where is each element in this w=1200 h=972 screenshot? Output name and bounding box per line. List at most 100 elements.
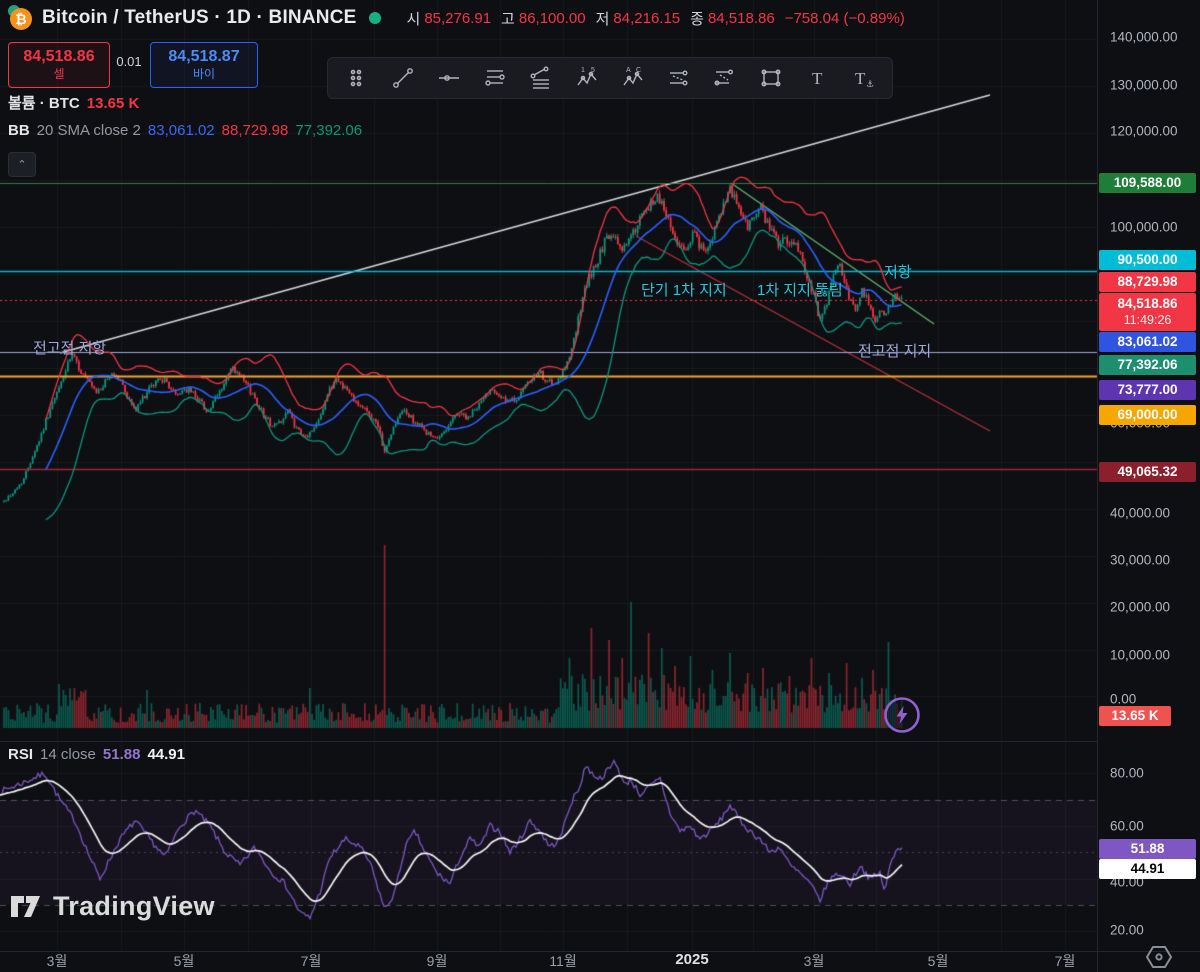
rectangle-icon <box>758 65 784 91</box>
time-axis-label[interactable]: 5월 <box>928 951 949 971</box>
spread-value: 0.01 <box>110 54 148 69</box>
lightning-bolt-icon[interactable] <box>882 695 922 735</box>
svg-text:T: T <box>812 69 823 88</box>
price-axis-tick: 30,000.00 <box>1110 553 1170 568</box>
tool-trend-based-fib[interactable] <box>518 60 564 96</box>
price-axis-tick: 130,000.00 <box>1110 78 1178 93</box>
tool-rectangle[interactable] <box>748 60 794 96</box>
price-axis-tick: 100,000.00 <box>1110 220 1178 235</box>
time-axis-label[interactable]: 9월 <box>427 951 448 971</box>
low-label: 저 <box>596 8 610 29</box>
trend-line-icon <box>390 65 416 91</box>
price-axis-tick: 20.00 <box>1110 923 1144 938</box>
horizontal-line-icon <box>436 65 462 91</box>
badge-price: 13.65 K <box>1111 708 1158 725</box>
price-axis-badge[interactable]: 69,000.00 <box>1099 405 1196 425</box>
tool-anchored-text[interactable]: T⚓ <box>840 60 886 96</box>
time-axis-label[interactable]: 7월 <box>301 951 322 971</box>
volume-legend-value: 13.65 K <box>87 95 140 112</box>
price-axis-tick: 140,000.00 <box>1110 30 1178 45</box>
time-axis-label[interactable]: 5월 <box>174 951 195 971</box>
change-value: −758.04 (−0.89%) <box>785 10 905 27</box>
time-axis-label[interactable]: 3월 <box>804 951 825 971</box>
rsi-legend[interactable]: RSI 14 close 51.88 44.91 <box>8 746 185 763</box>
buy-button[interactable]: 84,518.87 바이 <box>150 42 258 88</box>
tool-text[interactable]: T <box>794 60 840 96</box>
price-axis-badge[interactable]: 51.88 <box>1099 839 1196 859</box>
time-axis-label[interactable]: 2025 <box>675 951 708 968</box>
tool-horizontal-line[interactable] <box>426 60 472 96</box>
tool-elliott-correction-wave-a-c[interactable]: AC <box>610 60 656 96</box>
chevron-up-icon: ⌃ <box>17 158 26 171</box>
price-axis-tick: 0.00 <box>1110 692 1136 707</box>
anchored-text-icon: T⚓ <box>850 65 876 91</box>
price-axis-tick: 120,000.00 <box>1110 124 1178 139</box>
chart-annotation[interactable]: 1차 지지 뚫림 <box>757 279 843 300</box>
close-value: 84,518.86 <box>708 10 775 27</box>
hexagon-settings-icon[interactable] <box>1143 944 1175 970</box>
text-icon: T <box>804 65 830 91</box>
time-axis-label[interactable]: 3월 <box>47 951 68 971</box>
badge-price: 83,061.02 <box>1117 334 1177 351</box>
price-axis-tick: 40,000.00 <box>1110 506 1170 521</box>
tool-fib-retracement[interactable] <box>472 60 518 96</box>
rsi-name: RSI <box>8 746 33 763</box>
badge-price: 88,729.98 <box>1117 274 1177 291</box>
badge-price: 49,065.32 <box>1117 464 1177 481</box>
collapse-pane-button[interactable]: ⌃ <box>8 152 36 177</box>
chart-annotation[interactable]: 전고점 저항 <box>33 337 106 358</box>
volume-legend[interactable]: 볼륨 · BTC 13.65 K <box>8 92 139 113</box>
tool-elliott-impulse-wave-1-5[interactable]: 15 <box>564 60 610 96</box>
tool-dated-cyclic-lines[interactable] <box>702 60 748 96</box>
bb-name: BB <box>8 122 30 139</box>
price-axis-badge[interactable]: 109,588.00 <box>1099 173 1196 193</box>
symbol-title[interactable]: Bitcoin / TetherUS · 1D · BINANCE <box>42 7 357 29</box>
price-axis-badge[interactable]: 83,061.02 <box>1099 332 1196 352</box>
drag-handle-icon <box>344 65 370 91</box>
price-chart-canvas[interactable] <box>0 0 1200 972</box>
tool-drag-handle[interactable] <box>334 60 380 96</box>
tool-cyclic-lines[interactable] <box>656 60 702 96</box>
rsi-ma-value: 44.91 <box>147 746 185 763</box>
time-axis-label[interactable]: 7월 <box>1055 951 1076 971</box>
price-axis-badge[interactable]: 13.65 K <box>1099 706 1171 726</box>
svg-text:1: 1 <box>581 67 585 74</box>
low-value: 84,216.15 <box>613 10 680 27</box>
elliott-impulse-wave-1-5-icon: 15 <box>574 65 600 91</box>
price-axis-badge[interactable]: 44.91 <box>1099 859 1196 879</box>
svg-text:A: A <box>626 67 631 74</box>
price-axis-badge[interactable]: 84,518.8611:49:26 <box>1099 293 1196 331</box>
bb-upper-value: 88,729.98 <box>222 122 289 139</box>
price-axis-badge[interactable]: 90,500.00 <box>1099 250 1196 270</box>
price-axis-badge[interactable]: 88,729.98 <box>1099 272 1196 292</box>
chart-annotation[interactable]: 단기 1차 지지 <box>641 279 727 300</box>
price-axis-tick: 60.00 <box>1110 819 1144 834</box>
badge-price: 77,392.06 <box>1117 357 1177 374</box>
ohlc-readout: 시 85,276.91 고 86,100.00 저 84,216.15 종 84… <box>407 8 905 29</box>
bb-basis-value: 83,061.02 <box>148 122 215 139</box>
tradingview-watermark: TradingView <box>8 888 215 925</box>
sell-price: 84,518.86 <box>23 48 94 66</box>
price-axis-badge[interactable]: 49,065.32 <box>1099 462 1196 482</box>
volume-legend-title: 볼륨 · BTC <box>8 92 80 113</box>
svg-text:⚓: ⚓ <box>866 79 874 89</box>
price-axis-divider <box>1097 0 1098 972</box>
badge-countdown: 11:49:26 <box>1124 313 1172 329</box>
price-axis-badge[interactable]: 73,777.00 <box>1099 380 1196 400</box>
pane-divider[interactable] <box>0 741 1097 742</box>
price-axis-tick: 10,000.00 <box>1110 648 1170 663</box>
price-axis-badge[interactable]: 77,392.06 <box>1099 355 1196 375</box>
badge-price: 51.88 <box>1131 841 1165 858</box>
badge-price: 84,518.86 <box>1117 296 1177 313</box>
elliott-correction-wave-a-c-icon: AC <box>620 65 646 91</box>
time-axis-label[interactable]: 11월 <box>549 951 576 971</box>
open-label: 시 <box>407 8 421 29</box>
sell-button[interactable]: 84,518.86 셀 <box>8 42 110 88</box>
bb-legend[interactable]: BB 20 SMA close 2 83,061.02 88,729.98 77… <box>8 122 362 139</box>
badge-price: 109,588.00 <box>1114 175 1182 192</box>
chart-annotation[interactable]: 전고점 지지 <box>858 340 931 361</box>
chart-annotation[interactable]: 저항 <box>884 261 912 282</box>
badge-price: 69,000.00 <box>1117 407 1177 424</box>
tool-trend-line[interactable] <box>380 60 426 96</box>
market-status-dot-icon[interactable] <box>369 12 381 24</box>
